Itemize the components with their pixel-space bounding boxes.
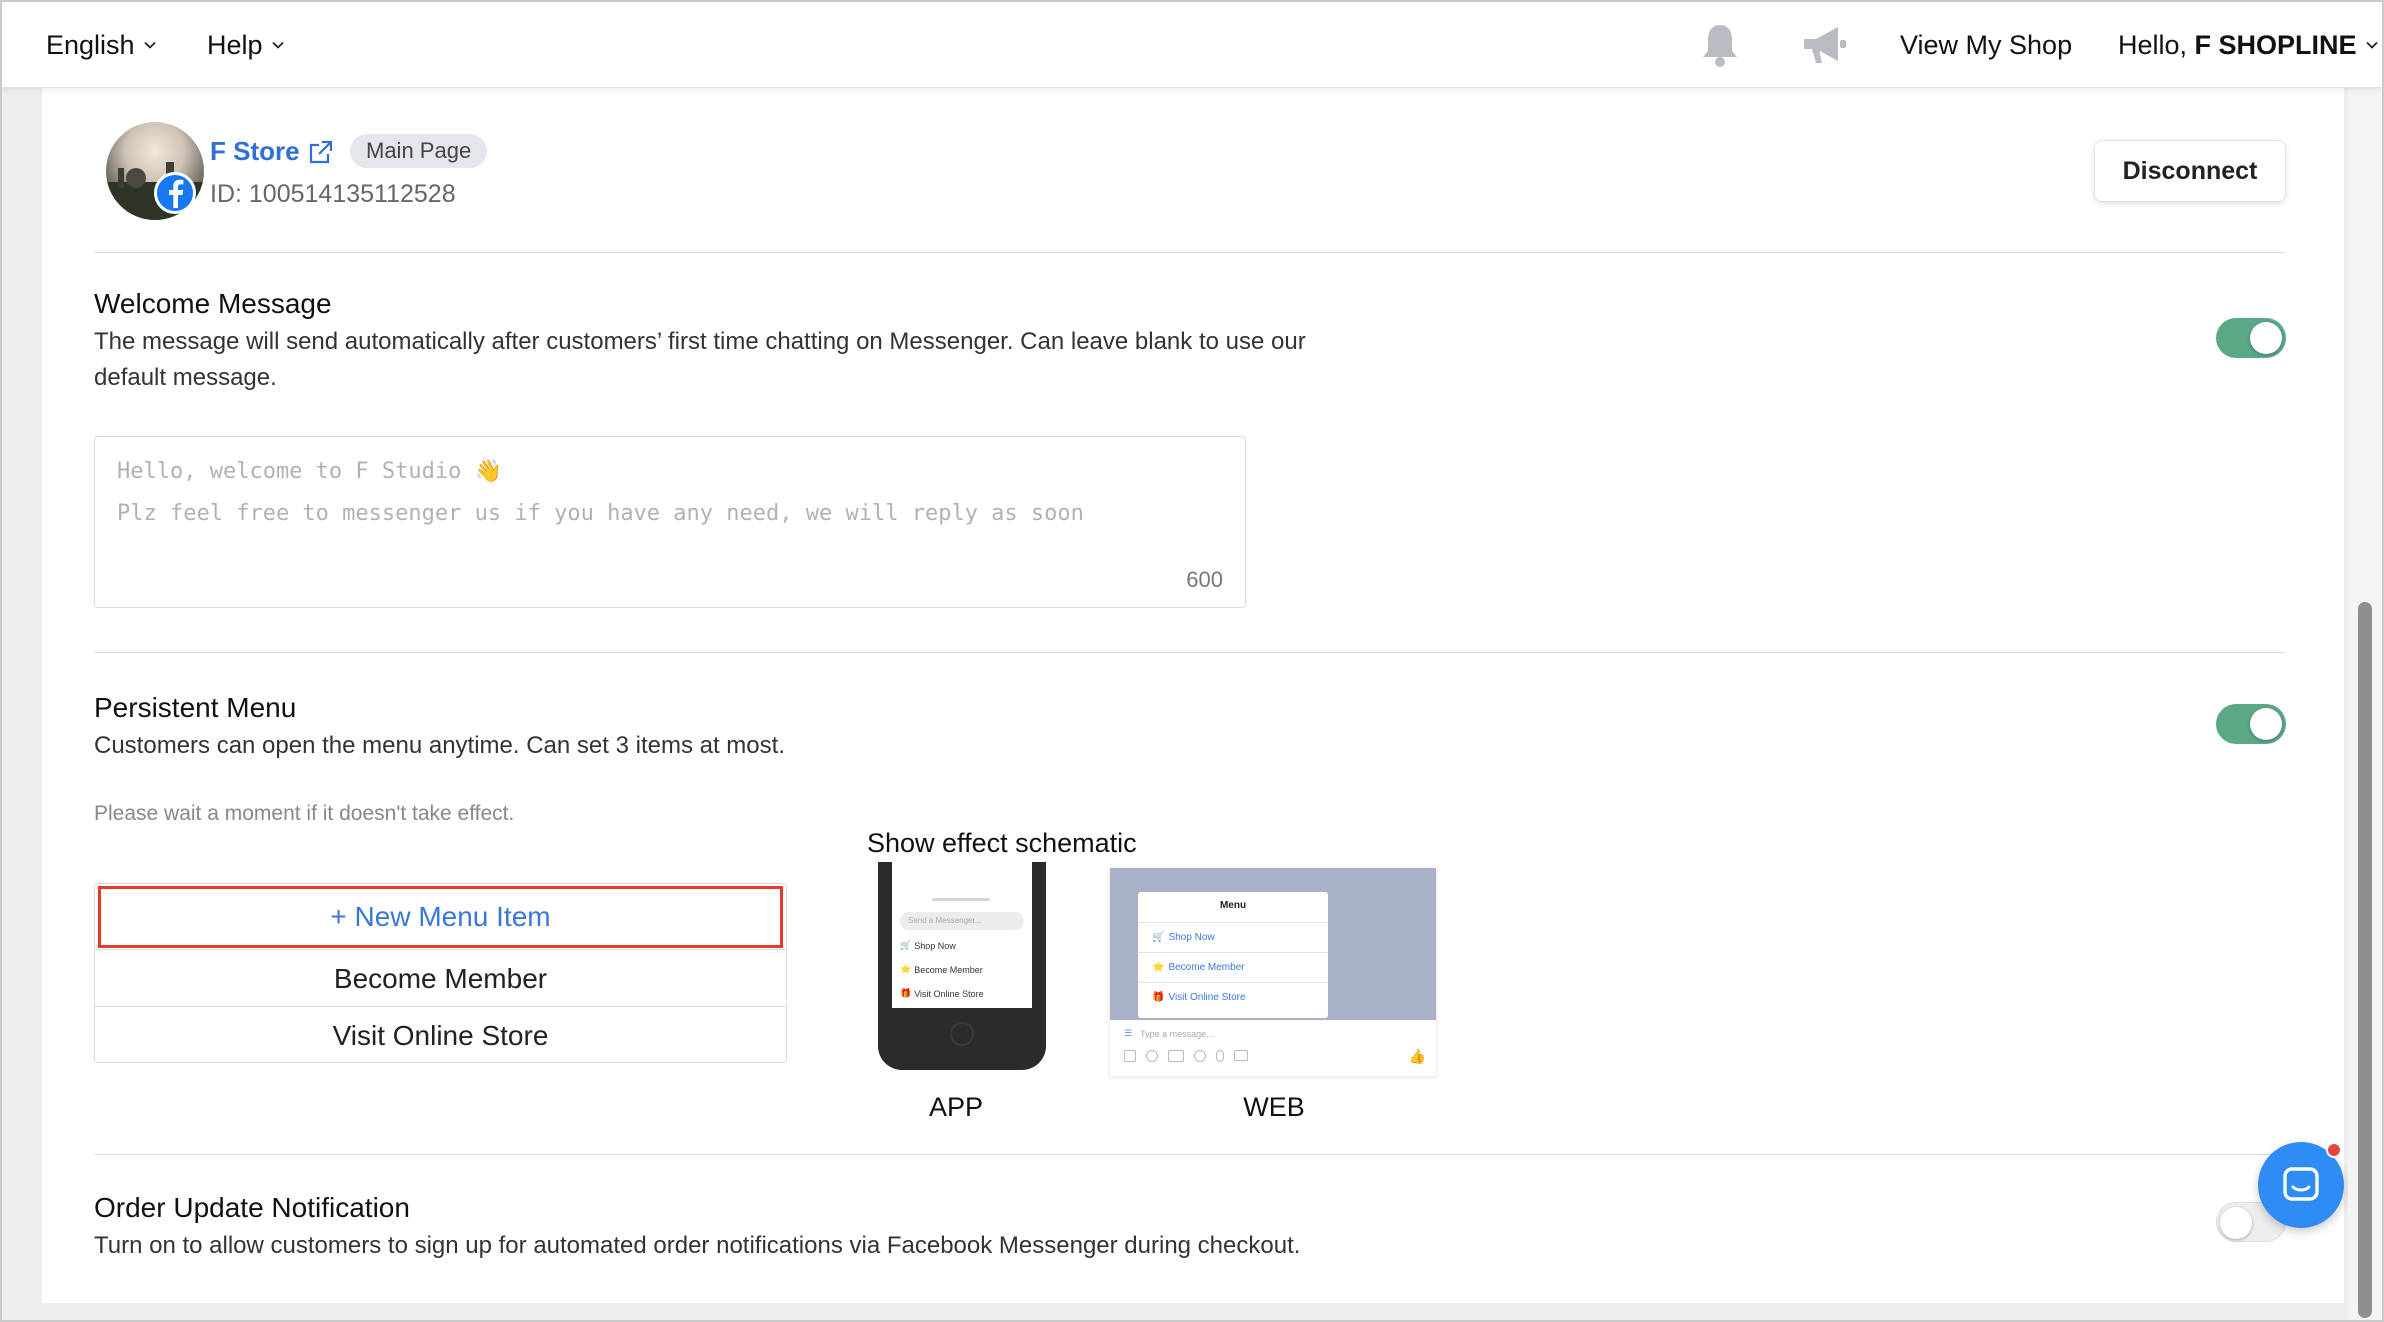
app-preview-item-label: Shop Now [914, 940, 956, 951]
welcome-message-line: Hello, welcome to F Studio 👋 [117, 459, 503, 484]
divider [94, 1154, 2286, 1155]
divider [94, 652, 2286, 653]
bell-icon [1703, 25, 1737, 67]
web-preview-item: 🛒 Shop Now [1138, 922, 1328, 952]
web-label: WEB [1243, 1092, 1305, 1122]
divider [94, 252, 2286, 253]
app-preview-item: ⭐ Become Member [900, 964, 983, 975]
star-icon: ⭐ [900, 964, 912, 974]
web-preview-item-label: Become Member [1168, 962, 1245, 973]
notification-bell-button[interactable] [1698, 2, 1742, 88]
web-preview-toolbar [1124, 1050, 1248, 1062]
persistent-menu-toggle[interactable] [2216, 704, 2286, 744]
welcome-message-title: Welcome Message [94, 288, 332, 319]
view-my-shop-link[interactable]: View My Shop [1900, 2, 2072, 88]
help-dropdown[interactable]: Help [207, 2, 285, 88]
persistent-menu-title: Persistent Menu [94, 692, 297, 723]
star-icon: ⭐ [1152, 962, 1165, 973]
order-update-title: Order Update Notification [94, 1192, 410, 1223]
browser-frame: English Help View My Shop Hello, F SHOPL… [0, 0, 2384, 1322]
web-preview-input-placeholder: Type a message... [1140, 1028, 1214, 1039]
web-preview-input: ☰ Type a message... [1124, 1028, 1214, 1039]
app-label: APP [928, 1092, 984, 1122]
character-count: 600 [1186, 567, 1223, 592]
persistent-menu-description: Customers can open the menu anytime. Can… [94, 732, 785, 759]
toggle-knob [2250, 708, 2282, 740]
schematic-title: Show effect schematic [867, 828, 1137, 858]
unread-indicator [2326, 1142, 2342, 1158]
sticker-icon [1146, 1050, 1158, 1062]
web-preview-item: ⭐ Become Member [1138, 952, 1328, 982]
chevron-down-icon [271, 41, 284, 49]
gift-icon: 🎁 [1152, 992, 1165, 1003]
account-menu[interactable]: Hello, F SHOPLINE [2118, 2, 2379, 88]
chevron-down-icon [2365, 41, 2378, 49]
web-preview-menu-title: Menu [1219, 900, 1247, 911]
menu-icon: ☰ [1124, 1028, 1133, 1038]
gif-icon [1168, 1050, 1184, 1062]
messenger-settings-card: F Store Main Page ID: 100514135112528 Di… [42, 88, 2344, 1303]
welcome-message-line: Plz feel free to messenger us if you hav… [117, 501, 1084, 526]
announcement-button[interactable] [1798, 2, 1848, 88]
cart-icon: 🛒 [1152, 932, 1165, 943]
web-preview-item: 🎁 Visit Online Store [1138, 982, 1328, 1012]
external-link-icon [309, 140, 332, 163]
disconnect-button[interactable]: Disconnect [2094, 140, 2286, 202]
chevron-down-icon [143, 41, 156, 49]
welcome-message-toggle[interactable] [2216, 318, 2286, 358]
language-label: English [46, 29, 135, 60]
help-label: Help [207, 29, 263, 60]
store-name-link[interactable]: F Store [210, 136, 334, 167]
persistent-menu-list: + New Menu Item Become Member Visit Onli… [94, 883, 787, 1063]
language-dropdown[interactable]: English [46, 2, 157, 88]
app-preview-item: 🎁 Visit Online Store [900, 988, 984, 999]
page-id: ID: 100514135112528 [210, 180, 456, 208]
camera-icon [1234, 1050, 1248, 1061]
web-preview-item-label: Visit Online Store [1168, 992, 1246, 1003]
menu-item[interactable]: Visit Online Store [95, 1006, 786, 1064]
store-name: F Store [210, 136, 300, 166]
welcome-message-description: The message will send automatically afte… [94, 324, 1306, 396]
app-preview-item-label: Become Member [914, 964, 983, 975]
order-update-description: Turn on to allow customers to sign up fo… [94, 1232, 1301, 1259]
drag-handle [932, 898, 990, 901]
app-preview-input: Send a Messenger... [900, 912, 1024, 930]
image-icon [1124, 1050, 1136, 1062]
welcome-description-line: The message will send automatically afte… [94, 328, 1306, 355]
megaphone-icon [1804, 27, 1846, 63]
top-navigation-bar: English Help View My Shop Hello, F SHOPL… [2, 2, 2382, 88]
thumbs-up-icon: 👍 [1408, 1048, 1426, 1064]
app-preview-item-label: Visit Online Store [914, 988, 984, 999]
toggle-knob [2220, 1207, 2252, 1239]
emoji-icon [1194, 1050, 1206, 1062]
main-page-badge: Main Page [350, 134, 488, 168]
scrollbar-thumb[interactable] [2358, 602, 2372, 1318]
web-preview-item-label: Shop Now [1168, 932, 1215, 943]
new-menu-item-button[interactable]: + New Menu Item [98, 886, 783, 948]
facebook-icon [154, 172, 196, 214]
gift-icon: 🎁 [900, 988, 912, 998]
web-preview-image: Menu 🛒 Shop Now ⭐ Become Member 🎁 Visit Onl… [1110, 868, 1436, 1076]
microphone-icon [1216, 1050, 1224, 1062]
app-preview-item: 🛒 Shop Now [900, 940, 956, 951]
welcome-message-textarea[interactable]: Hello, welcome to F Studio 👋 Plz feel fr… [94, 436, 1246, 608]
home-button-icon [950, 1022, 974, 1046]
cart-icon: 🛒 [900, 940, 912, 950]
app-preview-screen: Send a Messenger... 🛒 Shop Now ⭐ Become Me… [892, 862, 1032, 1008]
menu-item[interactable]: Become Member [95, 949, 786, 1007]
chat-icon [2283, 1167, 2319, 1201]
app-preview-image: Send a Messenger... 🛒 Shop Now ⭐ Become Me… [878, 862, 1046, 1070]
view-my-shop-label: View My Shop [1900, 29, 2073, 60]
greeting-prefix: Hello, [2118, 29, 2188, 60]
effect-delay-note: Please wait a moment if it doesn't take … [94, 802, 515, 825]
web-preview-menu: Menu 🛒 Shop Now ⭐ Become Member 🎁 Visit Onl… [1138, 892, 1328, 1018]
account-name: F SHOPLINE [2194, 29, 2357, 60]
welcome-description-line: default message. [94, 364, 277, 391]
toggle-knob [2250, 322, 2282, 354]
